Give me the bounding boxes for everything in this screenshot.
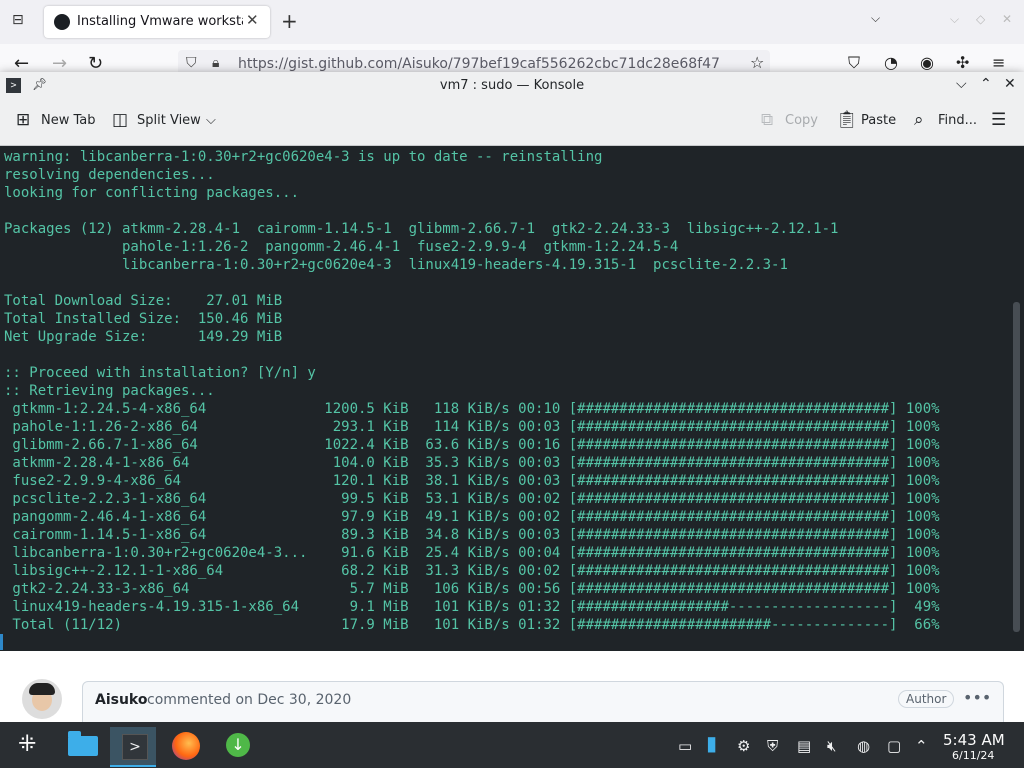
bookmark-star-icon[interactable]: ☆ — [750, 53, 764, 72]
terminal-line: libsigc++-2.12.1-1-x86_64 68.2 KiB 31.3 … — [4, 563, 940, 579]
app-launcher-icon[interactable]: ⁜ — [18, 732, 36, 757]
konsole-task-icon[interactable]: > — [122, 734, 148, 760]
find-button[interactable]: Find... — [938, 113, 977, 128]
desktop-pager-icon[interactable]: ▮ — [706, 731, 717, 755]
terminal-cursor — [0, 634, 3, 650]
new-tab-button[interactable]: New Tab — [41, 113, 96, 128]
clock-time[interactable]: 5:43 AM — [943, 731, 1005, 749]
github-page-content: Aisuko commented on Dec 30, 2020 Author … — [0, 651, 1024, 722]
terminal-line: pcsclite-2.2.3-1-x86_64 99.5 KiB 53.1 Ki… — [4, 491, 940, 507]
terminal-line: Total Download Size: 27.01 MiB — [4, 293, 283, 309]
terminal-line: looking for conflicting packages... — [4, 185, 300, 201]
comment-header: Aisuko commented on Dec 30, 2020 Author … — [82, 681, 1004, 722]
konsole-toolbar: ⊞ New Tab ◫ Split View ⌵ ⧉ Copy 📋︎ Paste… — [0, 99, 1024, 146]
copy-button[interactable]: Copy — [785, 113, 818, 128]
account-icon[interactable]: ◉ — [920, 53, 934, 72]
paste-icon[interactable]: 📋︎ — [836, 110, 858, 130]
terminal-line: libcanberra-1:0.30+r2+gc0620e4-3 linux41… — [4, 257, 788, 273]
software-update-icon[interactable]: ↓ — [226, 733, 250, 757]
terminal-line: cairomm-1.14.5-1-x86_64 89.3 KiB 34.8 Ki… — [4, 527, 940, 543]
terminal-line: Net Upgrade Size: 149.29 MiB — [4, 329, 283, 345]
konsole-close-icon[interactable]: ✕ — [1004, 76, 1016, 92]
terminal-output[interactable]: Total (11/12) 17.9 MiB 101 KiB/s 01:32 [… — [0, 146, 1024, 651]
tab-list-chevron-icon[interactable]: ⌵ — [871, 11, 880, 26]
terminal-line: gtkmm-1:2.24.5-4-x86_64 1200.5 KiB 118 K… — [4, 401, 940, 417]
konsole-maximize-icon[interactable]: ⌃ — [980, 76, 992, 92]
volume-muted-icon[interactable]: 🔇︎ — [827, 737, 836, 755]
file-manager-icon[interactable] — [68, 731, 98, 756]
konsole-minimize-icon[interactable]: ⌵ — [956, 76, 967, 92]
tray-expand-icon[interactable]: ⌃ — [915, 737, 928, 755]
terminal-line: :: Proceed with installation? [Y/n] y — [4, 365, 316, 381]
terminal-line: gtk2-2.24.33-3-x86_64 5.7 MiB 106 KiB/s … — [4, 581, 940, 597]
close-window-icon[interactable]: ✕ — [1002, 12, 1012, 26]
konsole-titlebar[interactable]: > 📌︎ vm7 : sudo — Konsole ⌵ ⌃ ✕ — [0, 72, 1024, 99]
new-tab-icon[interactable]: ⊞ — [16, 110, 30, 130]
clock-date[interactable]: 6/11/24 — [952, 749, 994, 762]
reload-icon[interactable]: ↻ — [88, 53, 103, 74]
terminal-line: pahole-1:1.26-2-x86_64 293.1 KiB 114 KiB… — [4, 419, 940, 435]
url-text: https://gist.github.com/Aisuko/797bef19c… — [238, 56, 720, 72]
display-config-icon[interactable]: ▢ — [887, 737, 901, 755]
tracking-shield-icon[interactable]: ⛉ — [186, 55, 197, 71]
avatar-hair — [29, 683, 55, 695]
terminal-line: atkmm-2.28.4-1-x86_64 104.0 KiB 35.3 KiB… — [4, 455, 940, 471]
terminal-line: Total (11/12) 17.9 MiB 101 KiB/s 01:32 [… — [4, 617, 940, 633]
comment-more-icon[interactable]: ••• — [963, 688, 991, 707]
tab-close-icon[interactable]: ✕ — [246, 11, 259, 29]
back-icon[interactable]: ← — [14, 53, 29, 74]
konsole-window-title: vm7 : sudo — Konsole — [439, 78, 585, 93]
terminal-line: pahole-1:1.26-2 pangomm-2.46.4-1 fuse2-2… — [4, 239, 679, 255]
split-view-icon[interactable]: ◫ — [112, 110, 128, 130]
terminal-line: linux419-headers-4.19.315-1-x86_64 9.1 M… — [4, 599, 940, 615]
browser-tab-strip: ⊟ Installing Vmware workstat ✕ + ⌵ ⌵ ◇ ✕ — [0, 0, 1024, 44]
firefox-task-icon[interactable] — [172, 732, 200, 760]
forward-icon[interactable]: → — [52, 53, 67, 74]
tab-overview-icon[interactable]: ⊟ — [12, 12, 24, 28]
paste-button[interactable]: Paste — [861, 113, 896, 128]
network-globe-icon[interactable]: ◍ — [857, 737, 870, 755]
author-badge: Author — [898, 690, 955, 708]
maximize-icon[interactable]: ◇ — [976, 12, 985, 26]
comment-date[interactable]: commented on Dec 30, 2020 — [147, 692, 351, 708]
find-icon[interactable]: ⌕ — [914, 110, 924, 130]
minimize-icon[interactable]: ⌵ — [950, 12, 959, 27]
kde-connect-icon[interactable]: ⚙ — [737, 737, 750, 755]
terminal-line: resolving dependencies... — [4, 167, 215, 183]
terminal-line: libcanberra-1:0.30+r2+gc0620e4-3... 91.6… — [4, 545, 940, 561]
terminal-scrollbar[interactable] — [1013, 302, 1020, 632]
github-favicon-icon — [54, 14, 70, 30]
comment-author[interactable]: Aisuko — [95, 692, 148, 708]
terminal-line: fuse2-2.9.9-4-x86_64 120.1 KiB 38.1 KiB/… — [4, 473, 940, 489]
copy-icon[interactable]: ⧉ — [761, 110, 773, 130]
konsole-menu-icon[interactable]: ☰ — [991, 110, 1006, 130]
security-shield-icon[interactable]: ⛨ — [767, 737, 778, 755]
clipboard-tray-icon[interactable]: ▭ — [678, 737, 692, 755]
terminal-line: Total Installed Size: 150.46 MiB — [4, 311, 283, 327]
lock-icon[interactable]: 🔒︎ — [212, 55, 219, 71]
terminal-line: :: Retrieving packages... — [4, 383, 215, 399]
browser-tab[interactable]: Installing Vmware workstat ✕ — [44, 6, 270, 38]
extensions-icon[interactable]: ✣ — [956, 53, 969, 72]
konsole-window: > 📌︎ vm7 : sudo — Konsole ⌵ ⌃ ✕ ⊞ New Ta… — [0, 72, 1024, 651]
notes-tray-icon[interactable]: ▤ — [797, 737, 811, 755]
menu-hamburger-icon[interactable]: ≡ — [992, 53, 1005, 72]
taskbar: ⁜ > ↓ ▭ ▮ ⚙ ⛨ ▤ 🔇︎ ◍ ▢ ⌃ 5:43 AM 6/11/24 — [0, 722, 1024, 768]
terminal-line: Packages (12) atkmm-2.28.4-1 cairomm-1.1… — [4, 221, 839, 237]
terminal-line: glibmm-2.66.7-1-x86_64 1022.4 KiB 63.6 K… — [4, 437, 940, 453]
terminal-line: warning: libcanberra-1:0.30+r2+gc0620e4-… — [4, 149, 603, 165]
avatar[interactable] — [22, 679, 62, 719]
terminal-line: pangomm-2.46.4-1-x86_64 97.9 KiB 49.1 Ki… — [4, 509, 940, 525]
pocket-icon[interactable]: ⛉ — [848, 53, 860, 73]
new-tab-button[interactable]: + — [281, 9, 298, 33]
split-view-chevron-icon[interactable]: ⌵ — [206, 113, 216, 128]
sync-icon[interactable]: ◔ — [884, 53, 898, 72]
split-view-button[interactable]: Split View — [137, 113, 201, 128]
browser-tab-title: Installing Vmware workstat — [77, 14, 243, 29]
